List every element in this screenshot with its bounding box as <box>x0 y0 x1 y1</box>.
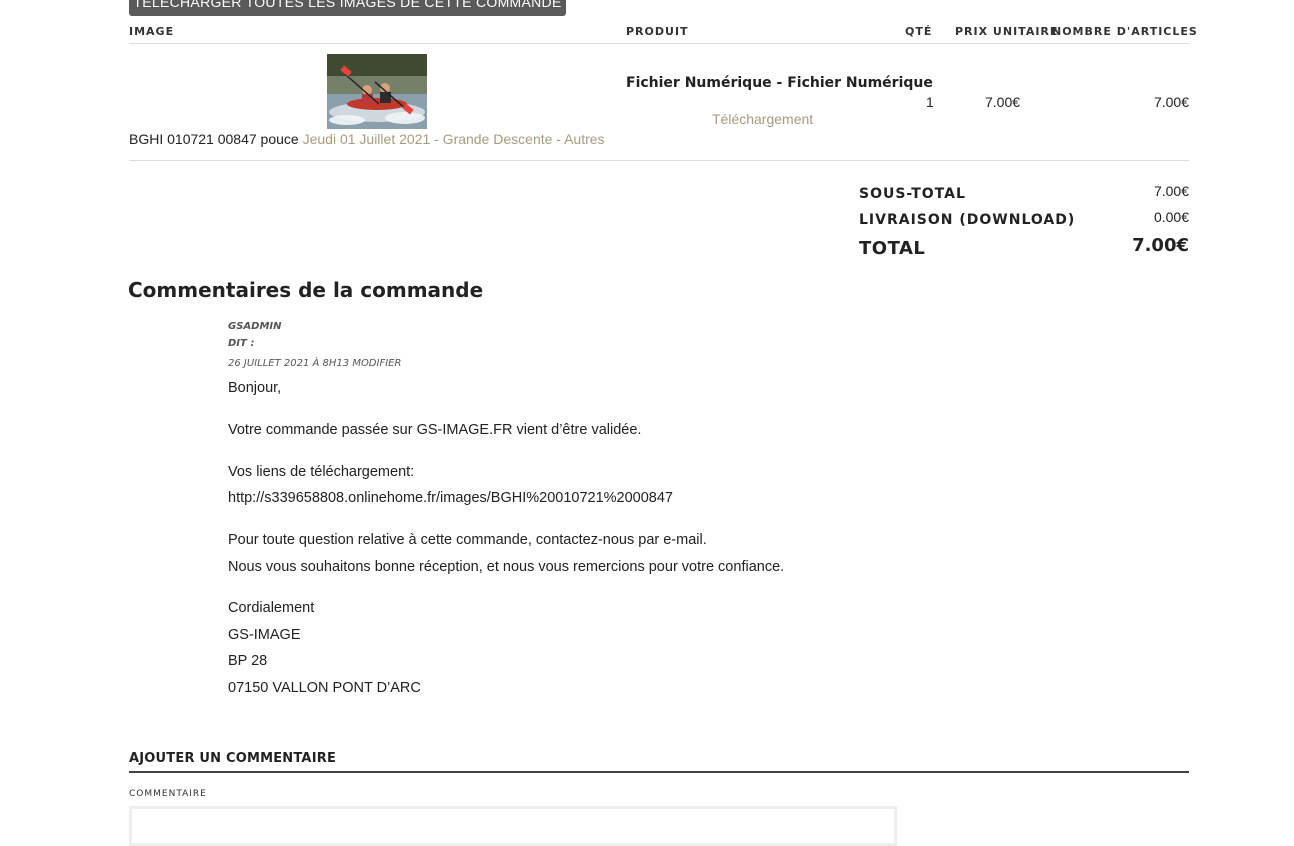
total-label: TOTAL <box>859 238 926 259</box>
comment-field-label: COMMENTAIRE <box>129 789 207 799</box>
order-comments-title: Commentaires de la commande <box>128 278 484 302</box>
shipping-label: LIVRAISON (DOWNLOAD) <box>859 212 1076 228</box>
row-qty: 1 <box>926 94 934 110</box>
image-reference: BGHI 010721 00847 pouce <box>129 131 299 147</box>
image-event-link[interactable]: Jeudi 01 Juillet 2021 - Grande Descente … <box>303 131 605 147</box>
shipping-value: 0.00€ <box>1153 209 1189 225</box>
row-total: 7.00€ <box>1153 94 1189 110</box>
order-image-thumbnail[interactable] <box>327 54 427 129</box>
comment-thanks: Nous vous souhaitons bonne réception, et… <box>228 559 785 575</box>
header-divider <box>129 43 1189 44</box>
download-all-images-button[interactable]: TÉLÉCHARGER TOUTES LES IMAGES DE CETTE C… <box>129 0 566 16</box>
image-reference-row: BGHI 010721 00847 pouce Jeudi 01 Juillet… <box>129 131 605 147</box>
col-header-qty: QTÉ <box>905 25 933 38</box>
comment-question: Pour toute question relative à cette com… <box>228 532 707 548</box>
col-header-items: NOMBRE D'ARTICLES <box>1052 25 1198 38</box>
comment-meta-row: 26 JUILLET 2021 À 8H13 MODIFIER <box>228 358 401 369</box>
comment-city: 07150 VALLON PONT D’ARC <box>228 680 421 696</box>
comment-validated: Votre commande passée sur GS-IMAGE.FR vi… <box>228 422 642 438</box>
col-header-product: PRODUIT <box>626 25 689 38</box>
comment-edit-link[interactable]: MODIFIER <box>352 358 401 369</box>
comment-links-label: Vos liens de téléchargement: <box>228 464 415 480</box>
col-header-image: IMAGE <box>129 25 175 38</box>
comment-download-url-link[interactable]: http://s339658808.onlinehome.fr/images/B… <box>228 490 673 506</box>
comment-textarea[interactable] <box>129 806 897 846</box>
add-comment-title: AJOUTER UN COMMENTAIRE <box>129 751 337 766</box>
comment-says: DIT : <box>228 338 255 349</box>
comment-author: GSADMIN <box>228 321 282 332</box>
total-value: 7.00€ <box>1132 235 1189 256</box>
product-download-link[interactable]: Téléchargement <box>712 111 813 127</box>
comment-greeting: Bonjour, <box>228 380 282 396</box>
comment-date: 26 JUILLET 2021 À 8H13 <box>228 358 350 369</box>
comment-po-box: BP 28 <box>228 653 268 669</box>
kayak-photo-icon <box>327 54 427 129</box>
product-title: Fichier Numérique - Fichier Numérique <box>626 75 933 91</box>
col-header-unit-price: PRIX UNITAIRE <box>955 25 1059 38</box>
row-unit-price: 7.00€ <box>985 94 1021 110</box>
subtotal-value: 7.00€ <box>1153 183 1189 199</box>
comment-regards: Cordialement <box>228 600 315 616</box>
add-comment-divider <box>129 771 1189 773</box>
comment-company: GS-IMAGE <box>228 627 301 643</box>
row-divider <box>129 160 1189 161</box>
subtotal-label: SOUS-TOTAL <box>859 186 966 202</box>
